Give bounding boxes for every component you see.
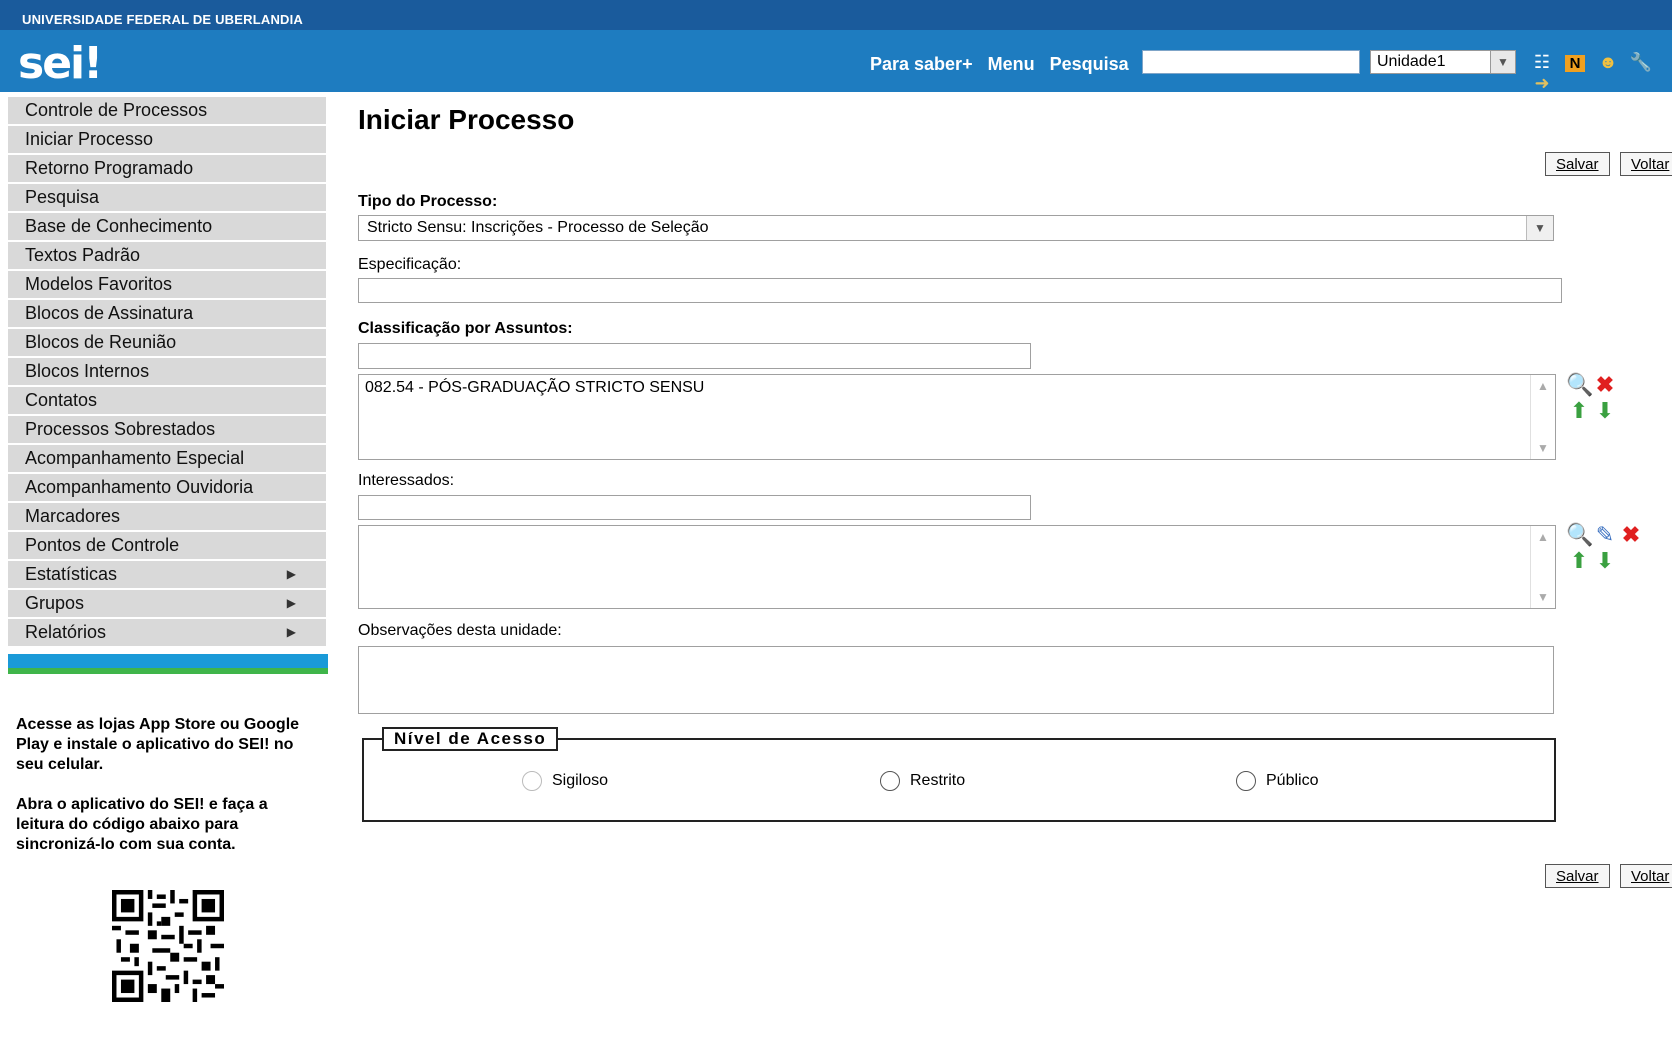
move-down-icon[interactable]: ⬇ bbox=[1592, 548, 1618, 574]
move-down-icon[interactable]: ⬇ bbox=[1592, 398, 1618, 424]
sidebar-item-retorno-programado[interactable]: Retorno Programado bbox=[8, 155, 326, 184]
tipo-processo-value: Stricto Sensu: Inscrições - Processo de … bbox=[367, 219, 709, 236]
sidebar-item-processos-sobrestados[interactable]: Processos Sobrestados bbox=[8, 416, 326, 445]
sidebar-divider bbox=[8, 654, 328, 674]
sidebar-item-base-de-conhecimento[interactable]: Base de Conhecimento bbox=[8, 213, 326, 242]
sidebar-item-blocos-de-reuniao[interactable]: Blocos de Reunião bbox=[8, 329, 326, 358]
scroll-down-icon[interactable]: ▼ bbox=[1537, 590, 1549, 604]
interessados-search-input[interactable] bbox=[358, 495, 1031, 520]
sidebar-item-pesquisa[interactable]: Pesquisa bbox=[8, 184, 326, 213]
sidebar-item-grupos[interactable]: Grupos ▶ bbox=[8, 590, 326, 619]
app-text-2: Abra o aplicativo do SEI! e faça a leitu… bbox=[16, 796, 268, 853]
caret-right-icon: ▶ bbox=[286, 596, 296, 610]
tipo-processo-select[interactable]: Stricto Sensu: Inscrições - Processo de … bbox=[358, 215, 1554, 241]
scroll-down-icon[interactable]: ▼ bbox=[1537, 441, 1549, 455]
move-up-icon[interactable]: ⬆ bbox=[1566, 398, 1592, 424]
unit-select-value: Unidade1 bbox=[1377, 53, 1446, 70]
classificacao-list[interactable]: 082.54 - PÓS-GRADUAÇÃO STRICTO SENSU ▲ ▼ bbox=[358, 374, 1556, 460]
wrench-icon[interactable]: 🔧 bbox=[1627, 52, 1655, 73]
interessados-actions: 🔍 ✎ ✖ ⬆ ⬇ bbox=[1566, 522, 1644, 574]
remove-icon[interactable]: ✖ bbox=[1592, 372, 1618, 398]
sidebar-item-acompanhamento-especial[interactable]: Acompanhamento Especial bbox=[8, 445, 326, 474]
radio-circle[interactable] bbox=[522, 771, 542, 791]
institution-name: UNIVERSIDADE FEDERAL DE UBERLANDIA bbox=[22, 12, 304, 27]
top-nav: Para saber+ Menu Pesquisa bbox=[870, 54, 1139, 75]
sidebar-item-marcadores[interactable]: Marcadores bbox=[8, 503, 326, 532]
user-icon[interactable]: ☻ bbox=[1594, 52, 1622, 73]
back-button-bottom[interactable]: Voltar bbox=[1620, 864, 1672, 888]
tipo-label: Tipo do Processo: bbox=[358, 193, 498, 210]
mobile-app-info: Acesse as lojas App Store ou Google Play… bbox=[16, 715, 316, 875]
observacoes-label: Observações desta unidade: bbox=[358, 622, 562, 639]
chevron-down-icon[interactable]: ▼ bbox=[1490, 51, 1515, 73]
caret-right-icon: ▶ bbox=[286, 625, 296, 639]
sidebar-item-acompanhamento-ouvidoria[interactable]: Acompanhamento Ouvidoria bbox=[8, 474, 326, 503]
qr-code bbox=[112, 890, 224, 1002]
sidebar-item-contatos[interactable]: Contatos bbox=[8, 387, 326, 416]
sidebar-item-pontos-de-controle[interactable]: Pontos de Controle bbox=[8, 532, 326, 561]
scrollbar[interactable]: ▲ ▼ bbox=[1530, 375, 1555, 459]
radio-circle[interactable] bbox=[880, 771, 900, 791]
n-badge-icon[interactable]: N bbox=[1565, 55, 1586, 72]
header-search-input[interactable] bbox=[1142, 50, 1360, 74]
edit-icon[interactable]: ✎ bbox=[1592, 522, 1618, 548]
especificacao-field[interactable] bbox=[358, 278, 1562, 303]
radio-restrito[interactable]: Restrito bbox=[880, 771, 965, 791]
classificacao-search-input[interactable] bbox=[358, 343, 1031, 369]
nav-pesquisa[interactable]: Pesquisa bbox=[1050, 54, 1129, 74]
sidebar-item-iniciar-processo[interactable]: Iniciar Processo bbox=[8, 126, 326, 155]
radio-publico[interactable]: Público bbox=[1236, 771, 1318, 791]
sei-logo[interactable]: sei! bbox=[18, 38, 103, 89]
sidebar-item-blocos-internos[interactable]: Blocos Internos bbox=[8, 358, 326, 387]
chevron-down-icon[interactable]: ▼ bbox=[1526, 216, 1553, 240]
scroll-up-icon[interactable]: ▲ bbox=[1537, 379, 1549, 393]
nivel-acesso-legend: Nível de Acesso bbox=[382, 727, 559, 751]
search-icon[interactable]: 🔍 bbox=[1566, 522, 1593, 548]
observacoes-textarea[interactable] bbox=[358, 646, 1554, 714]
radio-sigiloso[interactable]: Sigiloso bbox=[522, 771, 608, 791]
sidebar-item-textos-padrao[interactable]: Textos Padrão bbox=[8, 242, 326, 271]
nav-para-saber[interactable]: Para saber+ bbox=[870, 54, 973, 74]
search-icon[interactable]: 🔍 bbox=[1566, 372, 1593, 398]
unit-select[interactable]: Unidade1 ▼ bbox=[1370, 50, 1516, 74]
exit-icon[interactable]: ➜ bbox=[1528, 73, 1556, 94]
classificacao-actions: 🔍 ✖ ⬆ ⬇ bbox=[1566, 372, 1618, 424]
institution-bar: UNIVERSIDADE FEDERAL DE UBERLANDIA bbox=[0, 0, 1672, 30]
classificacao-item[interactable]: 082.54 - PÓS-GRADUAÇÃO STRICTO SENSU bbox=[365, 379, 1549, 397]
list-icon[interactable]: ☷ bbox=[1528, 52, 1556, 73]
remove-icon[interactable]: ✖ bbox=[1618, 522, 1644, 548]
interessados-label: Interessados: bbox=[358, 472, 455, 489]
scroll-up-icon[interactable]: ▲ bbox=[1537, 530, 1549, 544]
move-up-icon[interactable]: ⬆ bbox=[1566, 548, 1592, 574]
sidebar-item-modelos-favoritos[interactable]: Modelos Favoritos bbox=[8, 271, 326, 300]
sidebar-item-estatisticas[interactable]: Estatísticas ▶ bbox=[8, 561, 326, 590]
save-button[interactable]: Salvar bbox=[1545, 152, 1610, 176]
header-bar: sei! Para saber+ Menu Pesquisa Unidade1 … bbox=[0, 30, 1672, 94]
interessados-list[interactable]: ▲ ▼ bbox=[358, 525, 1556, 609]
header-icons: ☷ N ☻ 🔧 ➜ bbox=[1528, 52, 1672, 94]
sidebar-item-controle-de-processos[interactable]: Controle de Processos bbox=[8, 97, 326, 126]
sidebar-item-relatorios[interactable]: Relatórios ▶ bbox=[8, 619, 326, 648]
scrollbar[interactable]: ▲ ▼ bbox=[1530, 526, 1555, 608]
page-title: Iniciar Processo bbox=[358, 104, 575, 135]
sidebar-item-blocos-de-assinatura[interactable]: Blocos de Assinatura bbox=[8, 300, 326, 329]
app-text-1: Acesse as lojas App Store ou Google Play… bbox=[16, 716, 300, 773]
caret-right-icon: ▶ bbox=[286, 567, 296, 581]
nav-menu[interactable]: Menu bbox=[988, 54, 1035, 74]
save-button-bottom[interactable]: Salvar bbox=[1545, 864, 1610, 888]
classificacao-label: Classificação por Assuntos: bbox=[358, 320, 573, 337]
sidebar-menu: Controle de Processos Iniciar Processo R… bbox=[8, 97, 328, 674]
radio-circle[interactable] bbox=[1236, 771, 1256, 791]
back-button[interactable]: Voltar bbox=[1620, 152, 1672, 176]
especificacao-label: Especificação: bbox=[358, 256, 462, 273]
